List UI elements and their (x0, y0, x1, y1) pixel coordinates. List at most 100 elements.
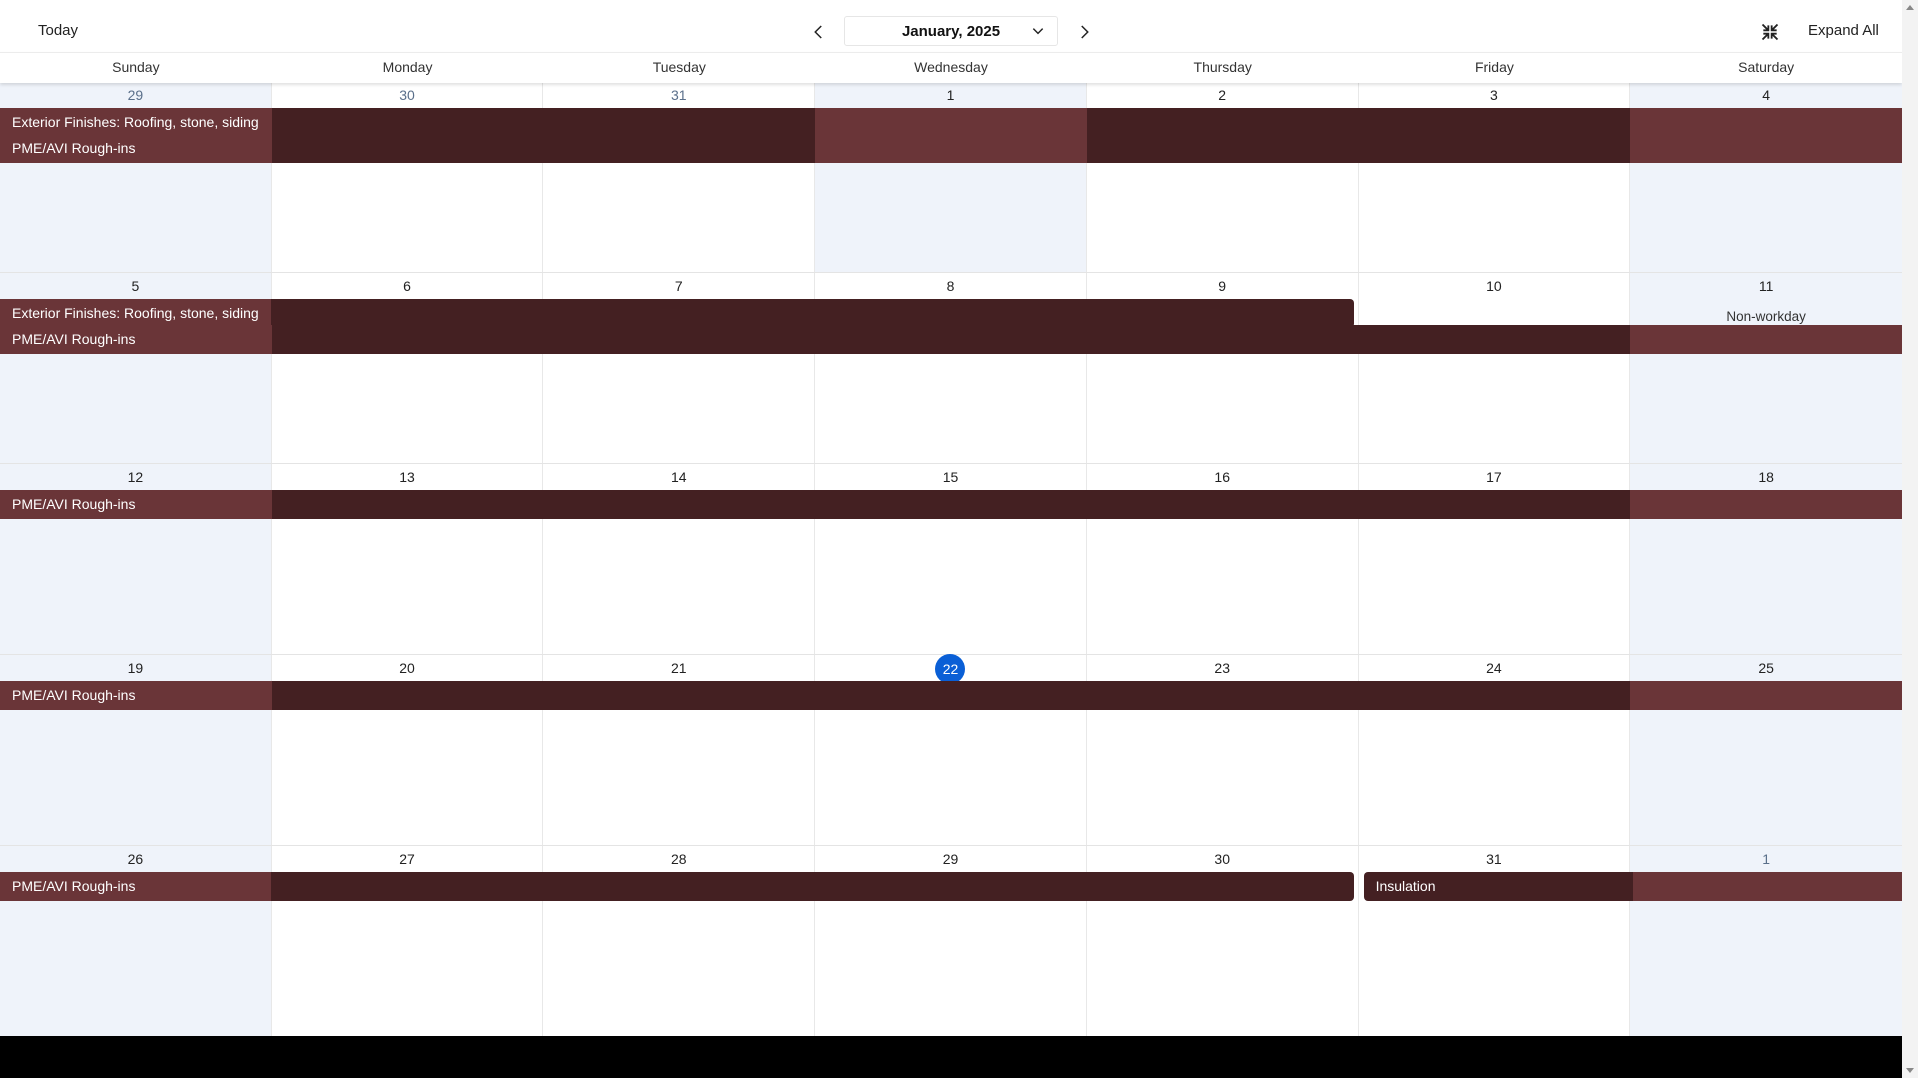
event-day-segment (271, 325, 544, 354)
event-title: PME/AVI Rough-ins (12, 331, 136, 347)
event-day-segment (543, 325, 816, 354)
day-number-text: 12 (127, 469, 144, 485)
day-number-text: 31 (1486, 851, 1502, 867)
event-bar[interactable]: Exterior Finishes: Roofing, stone, sidin… (0, 299, 1354, 328)
day-number: 5 (0, 278, 271, 294)
day-number-text: 22 (935, 654, 966, 684)
event-title: PME/AVI Rough-ins (12, 687, 136, 703)
day-number-text: 11 (1758, 278, 1774, 294)
weekday-tuesday: Tuesday (652, 59, 706, 75)
day-number-text: 30 (1214, 851, 1230, 867)
event-day-segment (543, 108, 816, 136)
event-bar[interactable]: PME/AVI Rough-ins (0, 872, 1354, 901)
day-number: 27 (272, 851, 543, 867)
day-number: 10 (1359, 278, 1630, 294)
day-number-text: 28 (670, 851, 687, 867)
event-day-segment (815, 108, 1087, 136)
event-bar[interactable]: PME/AVI Rough-ins (0, 490, 1902, 519)
day-number: 24 (1359, 660, 1630, 676)
day-number: 8 (815, 278, 1086, 294)
event-day-segment (815, 681, 1087, 710)
event-day-segment (1630, 681, 1902, 710)
today-button[interactable]: Today (38, 22, 78, 39)
event-day-segment (812, 872, 1083, 901)
collapse-icon[interactable] (1760, 22, 1780, 42)
event-bar[interactable]: Insulation (1363, 872, 1902, 901)
week-row: 29 30 31 1 2 3 4 Exterior Finishes: Roofing, st… (0, 82, 1902, 273)
day-cell[interactable]: 11 Non-workday (1630, 273, 1902, 463)
day-number-text: 3 (1490, 87, 1498, 103)
event-title: Exterior Finishes: Roofing, stone, sidin… (12, 114, 259, 130)
event-bar[interactable]: PME/AVI Rough-ins (0, 134, 1902, 163)
scroll-down-icon[interactable] (1906, 1068, 1914, 1073)
weekday-thursday: Thursday (1193, 59, 1252, 75)
day-number-text: 20 (399, 660, 415, 676)
day-number: 20 (272, 660, 543, 676)
event-bar[interactable]: PME/AVI Rough-ins (0, 325, 1902, 354)
day-number: 16 (1087, 469, 1358, 485)
day-number-text: 21 (670, 660, 687, 676)
previous-month-button[interactable] (807, 20, 831, 44)
day-cell[interactable]: 10 (1359, 273, 1631, 463)
vertical-scrollbar[interactable] (1902, 0, 1918, 1078)
week-row: 12 13 14 15 16 17 18 PME/AVI Rough-ins (0, 464, 1902, 655)
event-bar[interactable]: PME/AVI Rough-ins (0, 681, 1902, 710)
event-day-segment (1358, 490, 1631, 519)
day-number-text: 26 (127, 851, 144, 867)
day-number: 3 (1359, 87, 1630, 103)
week-row: 5 6 7 8 9 10 11 Non-workday Exterior Finishes: R… (0, 273, 1902, 464)
day-number-text: 29 (942, 851, 959, 867)
day-number-text: 25 (1758, 660, 1774, 676)
day-number-text: 1 (946, 87, 955, 103)
next-month-button[interactable] (1072, 20, 1096, 44)
weekday-sunday: Sunday (112, 59, 160, 75)
day-number: 4 (1630, 87, 1902, 103)
week-row: 19 20 21 22 23 24 25 PME/AVI Rough-ins (0, 654, 1902, 846)
weekday-friday: Friday (1474, 59, 1514, 75)
day-number-text: 29 (127, 87, 144, 103)
day-number-text: 7 (674, 278, 683, 294)
day-number: 31 (1359, 851, 1630, 867)
day-number-text: 15 (942, 469, 959, 485)
day-number: 29 (0, 87, 271, 103)
event-day-segment (1358, 325, 1631, 354)
day-number-text: 16 (1214, 469, 1230, 485)
day-number-text: 24 (1486, 660, 1502, 676)
non-workday-label: Non-workday (1726, 309, 1806, 324)
event-day-segment (271, 490, 544, 519)
day-number: 26 (0, 851, 271, 867)
day-number-text: 13 (399, 469, 415, 485)
day-number: 14 (543, 469, 814, 485)
event-day-segment (812, 299, 1083, 327)
event-day-segment (543, 490, 816, 519)
event-day-segment (1086, 490, 1359, 519)
day-number-text: 31 (670, 87, 687, 103)
event-day-segment (541, 872, 813, 901)
event-bar[interactable]: Exterior Finishes: Roofing, stone, sidin… (0, 108, 1902, 137)
day-number: 13 (272, 469, 543, 485)
day-number: 9 (1087, 278, 1358, 294)
event-day-segment (271, 681, 544, 710)
weekday-header: Sunday Monday Tuesday Wednesday Thursday… (0, 52, 1902, 83)
day-number-text: 27 (399, 851, 415, 867)
day-number: 12 (0, 469, 271, 485)
event-day-segment (1086, 325, 1359, 354)
month-select[interactable]: January, 2025 (844, 16, 1058, 46)
event-day-segment (1358, 681, 1631, 710)
event-day-segment (1630, 134, 1902, 163)
day-number-text: 17 (1486, 469, 1502, 485)
day-number: 30 (1087, 851, 1358, 867)
day-number: 1 (815, 87, 1086, 103)
day-number-text: 23 (1214, 660, 1230, 676)
day-number-text: 30 (399, 87, 415, 103)
day-number-text: 10 (1486, 278, 1502, 294)
expand-all-button[interactable]: Expand All (1808, 22, 1879, 39)
scroll-up-icon[interactable] (1906, 5, 1914, 10)
event-day-segment (271, 134, 544, 163)
day-number: 2 (1087, 87, 1358, 103)
event-day-segment (270, 299, 542, 327)
day-number: 11 (1630, 278, 1902, 294)
day-number: 30 (272, 87, 543, 103)
day-number: 7 (543, 278, 814, 294)
day-number-text: 6 (403, 278, 411, 294)
